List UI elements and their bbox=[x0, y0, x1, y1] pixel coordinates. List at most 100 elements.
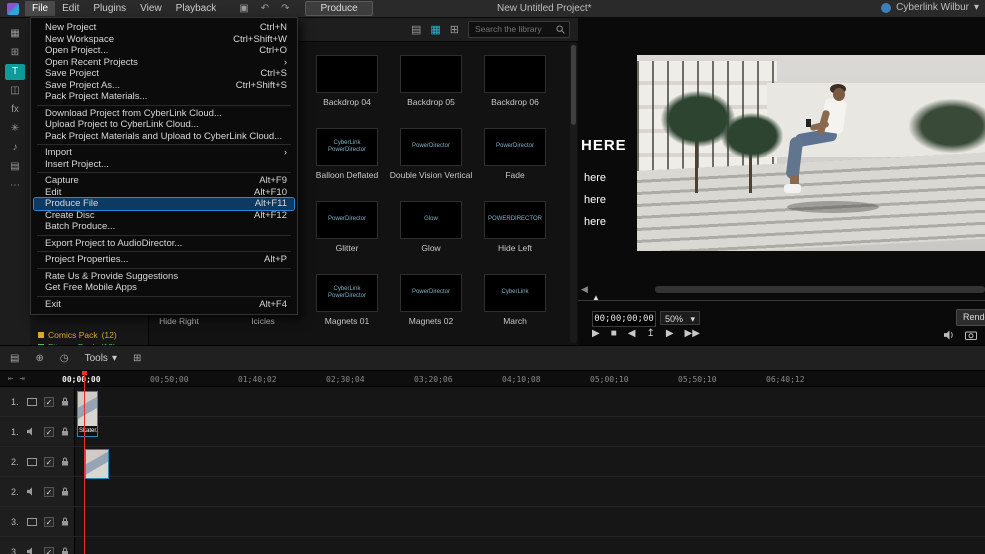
overlay-room-icon[interactable]: ⊞ bbox=[5, 45, 25, 61]
file-menu-item-pack-project-materials[interactable]: Pack Project Materials... bbox=[31, 91, 297, 103]
file-menu-item-new-project[interactable]: New Project Ctrl+N bbox=[31, 22, 297, 34]
next-frame-button[interactable]: ▶ bbox=[666, 328, 674, 339]
file-menu-item-capture[interactable]: Capture Alt+F9 bbox=[31, 175, 297, 187]
search-input[interactable] bbox=[473, 23, 552, 35]
menu-file[interactable]: File bbox=[25, 1, 56, 16]
play-button[interactable]: ▶ bbox=[592, 328, 600, 339]
audio-room-icon[interactable]: ♪ bbox=[5, 140, 25, 156]
file-menu-item-edit[interactable]: Edit Alt+F10 bbox=[31, 187, 297, 199]
duration-icon[interactable]: ◷ bbox=[60, 353, 69, 364]
file-menu-item-export-audiodirector[interactable]: Export Project to AudioDirector... bbox=[31, 238, 297, 250]
menu-view[interactable]: View bbox=[133, 1, 169, 16]
track-header[interactable]: 3. ✓ bbox=[0, 537, 75, 554]
timeline-clip[interactable] bbox=[85, 449, 109, 479]
track-lane[interactable] bbox=[75, 477, 985, 506]
library-item[interactable]: Backdrop 06 bbox=[473, 55, 557, 128]
more-rooms-icon[interactable]: ⋯ bbox=[5, 178, 25, 194]
menu-playback[interactable]: Playback bbox=[169, 1, 224, 16]
file-menu-item-project-properties[interactable]: Project Properties... Alt+P bbox=[31, 254, 297, 266]
library-item[interactable]: PowerDirector Glitter bbox=[305, 201, 389, 274]
chapter-room-icon[interactable]: ▤ bbox=[5, 159, 25, 175]
library-item[interactable]: CyberLink PowerDirector Balloon Deflated bbox=[305, 128, 389, 201]
produce-button[interactable]: Produce bbox=[305, 1, 373, 16]
file-menu-item-pack-and-upload-cloud[interactable]: Pack Project Materials and Upload to Cyb… bbox=[31, 131, 297, 143]
effect-room-icon[interactable]: fx bbox=[5, 102, 25, 118]
preview-video[interactable] bbox=[637, 55, 985, 251]
menu-edit[interactable]: Edit bbox=[55, 1, 86, 16]
library-item[interactable]: Glow Glow bbox=[389, 201, 473, 274]
title-room-icon[interactable]: T bbox=[5, 64, 25, 80]
lock-icon[interactable] bbox=[61, 547, 69, 554]
sort-view-icon[interactable]: ▤ bbox=[411, 23, 421, 36]
file-menu-item-save-project-as[interactable]: Save Project As... Ctrl+Shift+S bbox=[31, 80, 297, 92]
track-lane[interactable] bbox=[75, 417, 985, 446]
library-item[interactable]: Backdrop 04 bbox=[305, 55, 389, 128]
track-lane[interactable] bbox=[75, 447, 985, 476]
file-menu-item-rate-us[interactable]: Rate Us & Provide Suggestions bbox=[31, 271, 297, 283]
preview-timecode[interactable]: 00;00;00;00 bbox=[592, 311, 656, 327]
file-menu-item-open-project[interactable]: Open Project... Ctrl+O bbox=[31, 45, 297, 57]
file-menu-item-batch-produce[interactable]: Batch Produce... bbox=[31, 221, 297, 233]
track-header[interactable]: 1. ✓ bbox=[0, 417, 75, 446]
thumbnail-view-icon[interactable]: ▦ bbox=[430, 23, 440, 36]
file-menu-item-import[interactable]: Import › bbox=[31, 147, 297, 159]
library-item[interactable]: Backdrop 05 bbox=[389, 55, 473, 128]
file-menu-item-produce-file[interactable]: Produce File Alt+F11 bbox=[33, 197, 295, 211]
seek-indicator-icon[interactable]: ▲ bbox=[592, 293, 600, 302]
track-header[interactable]: 1. ✓ bbox=[0, 387, 75, 416]
scrollbar-thumb[interactable] bbox=[571, 45, 576, 125]
zoom-select[interactable]: 50% ▾ bbox=[660, 311, 700, 325]
grid-view-icon[interactable]: ⊞ bbox=[450, 23, 459, 36]
library-item[interactable]: CyberLink March bbox=[473, 274, 557, 347]
library-item[interactable]: CyberLink PowerDirector Magnets 01 bbox=[305, 274, 389, 347]
render-preview-button[interactable]: Render bbox=[956, 309, 985, 326]
track-lane[interactable] bbox=[75, 387, 985, 416]
file-menu-item-new-workspace[interactable]: New Workspace Ctrl+Shift+W bbox=[31, 34, 297, 46]
undo-icon[interactable]: ↶ bbox=[261, 3, 269, 14]
library-item[interactable]: PowerDirector Magnets 02 bbox=[389, 274, 473, 347]
track-enable-checkbox[interactable]: ✓ bbox=[44, 486, 54, 497]
file-menu-item-open-recent-projects[interactable]: Open Recent Projects › bbox=[31, 57, 297, 69]
seek-bar[interactable] bbox=[578, 300, 985, 301]
library-item[interactable]: PowerDirector Fade bbox=[473, 128, 557, 201]
scroll-to-playhead-icon[interactable]: ⇥ bbox=[19, 374, 24, 384]
file-menu-item-exit[interactable]: Exit Alt+F4 bbox=[31, 299, 297, 311]
track-enable-checkbox[interactable]: ✓ bbox=[44, 546, 54, 554]
particle-room-icon[interactable]: ✳ bbox=[5, 121, 25, 137]
file-menu-item-download-from-cloud[interactable]: Download Project from CyberLink Cloud... bbox=[31, 108, 297, 120]
track-header[interactable]: 3. ✓ bbox=[0, 507, 75, 536]
tree-item-comics-pack[interactable]: Comics Pack (12) bbox=[38, 330, 117, 340]
timeline-ruler[interactable]: ⇤ ⇥ 00;00;00 00;50;00 01;40;02 02;30;04 … bbox=[0, 371, 985, 387]
lock-icon[interactable] bbox=[61, 517, 69, 526]
track-enable-checkbox[interactable]: ✓ bbox=[44, 396, 54, 407]
file-menu-item-insert-project[interactable]: Insert Project... bbox=[31, 159, 297, 171]
lock-icon[interactable] bbox=[61, 427, 69, 436]
range-select-icon[interactable]: ⊞ bbox=[133, 353, 141, 364]
fast-forward-button[interactable]: ▶▶ bbox=[685, 328, 700, 339]
snapshot-button[interactable] bbox=[965, 331, 977, 340]
transition-room-icon[interactable]: ◫ bbox=[5, 83, 25, 99]
tools-dropdown[interactable]: Tools ▾ bbox=[85, 353, 117, 364]
previous-frame-button[interactable]: ◀ bbox=[628, 328, 636, 339]
preview-horizontal-scrollbar[interactable] bbox=[655, 286, 985, 293]
track-header[interactable]: 2. ✓ bbox=[0, 447, 75, 476]
timeline-clip[interactable]: Skater... bbox=[77, 391, 98, 437]
track-lane[interactable] bbox=[75, 537, 985, 554]
produce-range-button[interactable]: ↥ bbox=[646, 328, 654, 339]
screen-capture-icon[interactable]: ▣ bbox=[239, 3, 248, 14]
media-room-icon[interactable]: ▦ bbox=[5, 26, 25, 42]
library-search[interactable] bbox=[468, 20, 570, 38]
mute-button[interactable] bbox=[944, 330, 955, 340]
file-menu-item-mobile-apps[interactable]: Get Free Mobile Apps bbox=[31, 282, 297, 294]
lock-icon[interactable] bbox=[61, 457, 69, 466]
snap-icon[interactable]: ⊕ bbox=[35, 353, 43, 364]
scroll-left-icon[interactable]: ◀ bbox=[581, 284, 588, 295]
lock-icon[interactable] bbox=[61, 397, 69, 406]
track-header[interactable]: 2. ✓ bbox=[0, 477, 75, 506]
track-enable-checkbox[interactable]: ✓ bbox=[44, 426, 54, 437]
redo-icon[interactable]: ↷ bbox=[281, 3, 289, 14]
library-item[interactable]: POWERDIRECTOR Hide Left bbox=[473, 201, 557, 274]
file-menu-item-create-disc[interactable]: Create Disc Alt+F12 bbox=[31, 210, 297, 222]
track-enable-checkbox[interactable]: ✓ bbox=[44, 516, 54, 527]
user-menu[interactable]: Cyberlink Wilbur ▾ bbox=[881, 2, 979, 13]
